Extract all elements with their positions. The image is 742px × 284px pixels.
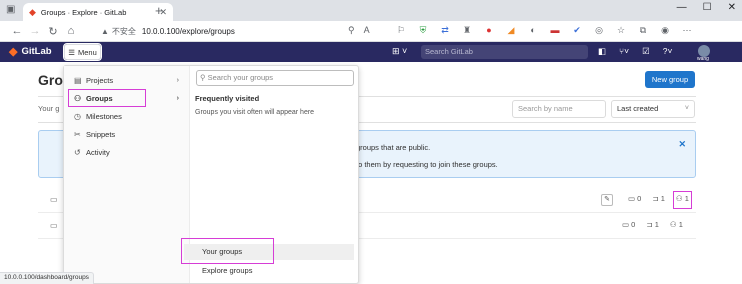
gitlab-logo[interactable]: ◆ GitLab [9,45,52,58]
group-stats: ▭ 0 ⊐ 1 ⚇ 1 [622,220,683,229]
menu-item-activity[interactable]: ↺ Activity [64,143,189,161]
menu-right-panel: ⚲ Search your groups Frequently visited … [181,66,358,283]
projects-count: ⊐ 1 [646,220,659,229]
search-page-icon[interactable]: ⚲ [348,25,355,36]
projects-icon: ▤ [74,75,82,85]
frequently-visited-empty: Groups you visit often will appear here [195,109,315,116]
highlight-box [181,238,274,264]
search-icon: ⚲ [200,73,206,82]
new-dropdown-icon[interactable]: ⊞ ˅ [392,46,407,57]
address-toolbar: ← → ↻ ⌂ ▲ 不安全 10.0.0.100/explore/groups … [0,21,742,42]
explore-groups-link[interactable]: Explore groups [202,266,252,275]
edit-icon[interactable]: ✎ [601,194,613,206]
chevron-right-icon: › [176,76,179,84]
gitlab-header: ◆ GitLab ☰ Menu ⊞ ˅ Search GitLab ◧ ⑂˅ ☑… [0,42,742,62]
extension-icon[interactable]: ♜ [461,25,473,36]
extension-icon[interactable]: ▬ [549,25,561,36]
url-text[interactable]: 10.0.0.100/explore/groups [142,27,235,36]
username: wang [697,56,709,62]
more-icon[interactable]: ⋯ [681,25,693,36]
menu-item-label: Snippets [86,129,116,139]
warning-icon[interactable]: ▲ [101,27,109,36]
collections-icon[interactable]: ⧉ [637,25,649,36]
issues-icon[interactable]: ◧ [598,46,606,57]
folder-icon: ▭ [50,221,58,230]
reload-icon[interactable]: ↻ [44,25,62,38]
members-count: ⚇ 1 [669,220,683,229]
extension-icon[interactable]: ◎ [593,25,605,36]
chevron-down-icon: ˅ [684,105,689,112]
extension-icon[interactable]: ⚐ [395,25,407,36]
tanuki-icon: ◆ [9,46,18,58]
projects-count: ⊐ 1 [652,194,665,203]
menu-item-milestones[interactable]: ◷ Milestones [64,107,189,125]
menu-item-snippets[interactable]: ✂ Snippets [64,125,189,143]
security-label[interactable]: 不安全 [112,26,136,37]
translate-extension-icon[interactable]: ⇄ [439,25,451,36]
menu-left-panel: ▤ Projects › ⚇ Groups › ◷ Milestones ✂ S… [64,66,190,283]
menu-item-label: Projects [86,75,114,85]
search-placeholder: Search your groups [207,73,274,82]
banner-text-2: to them by requesting to join these grou… [356,160,498,169]
address-bar-actions: ⚲ A [348,25,370,36]
merge-requests-icon[interactable]: ⑂˅ [619,46,629,57]
activity-icon: ↺ [74,147,81,157]
read-aloud-icon[interactable]: A [364,25,370,36]
forward-icon[interactable]: → [26,25,44,37]
search-your-groups-input[interactable]: ⚲ Search your groups [196,70,354,86]
subgroups-count: ▭ 0 [622,220,636,229]
favorites-icon[interactable]: ☆ [615,25,627,36]
header-actions: ◧ ⑂˅ ☑ ?˅ [598,46,672,57]
folder-icon: ▭ [50,195,58,204]
hamburger-icon: ☰ [68,47,75,57]
close-window-icon[interactable]: ✕ [728,2,736,13]
new-group-button[interactable]: New group [645,71,695,88]
status-url: 10.0.0.100/dashboard/groups [0,272,94,284]
group-stats: ✎ ▭ 0 ⊐ 1 ⚇ 1 [601,191,692,209]
extension-icon[interactable]: ✔ [571,25,583,36]
todos-icon[interactable]: ☑ [642,46,650,57]
address-bar[interactable]: ▲ 不安全 10.0.0.100/explore/groups [101,24,366,39]
browser-tab[interactable]: ◆ Groups · Explore · GitLab ✕ [23,3,173,21]
menu-label: Menu [77,47,97,57]
new-tab-button[interactable]: + [155,3,163,18]
browser-tab-bar: ▣ ◆ Groups · Explore · GitLab ✕ + — ☐ ✕ [0,0,742,21]
search-by-name-input[interactable]: Search by name [512,100,606,118]
extension-icon[interactable]: ◐ [527,25,539,36]
menu-dropdown: ▤ Projects › ⚇ Groups › ◷ Milestones ✂ S… [63,65,359,284]
search-input[interactable]: Search GitLab [421,45,588,59]
extension-icon[interactable]: ● [483,25,495,36]
extensions-area: ⚐ ⛨ ⇄ ♜ ● ◢ ◐ ▬ ✔ ◎ ☆ ⧉ ◉ ⋯ [395,25,693,36]
maximize-icon[interactable]: ☐ [703,2,712,13]
tab-your-groups[interactable]: Your g [38,104,59,113]
sort-value: Last created [617,104,659,113]
back-icon[interactable]: ← [8,25,26,37]
members-count[interactable]: ⚇ 1 [672,191,692,209]
shield-extension-icon[interactable]: ⛨ [417,25,429,36]
sort-dropdown[interactable]: Last created ˅ [611,100,695,118]
menu-item-projects[interactable]: ▤ Projects › [64,71,189,89]
banner-text-1: groups that are public. [356,143,431,152]
extension-icon[interactable]: ◢ [505,25,517,36]
frequently-visited-heading: Frequently visited [195,94,260,103]
menu-item-label: Activity [86,147,110,157]
tab-title: Groups · Explore · GitLab [40,7,127,17]
close-icon[interactable]: ✕ [678,139,686,150]
home-icon[interactable]: ⌂ [62,25,80,37]
window-controls: — ☐ ✕ [677,2,736,13]
milestones-icon: ◷ [74,111,81,121]
profile-icon[interactable]: ◉ [659,25,671,36]
subgroups-count: ▭ 0 [628,194,642,203]
minimize-icon[interactable]: — [677,2,687,13]
snippets-icon: ✂ [74,129,81,139]
menu-item-label: Milestones [86,111,122,121]
logo-text: GitLab [21,46,52,57]
help-icon[interactable]: ?˅ [663,46,673,57]
chevron-right-icon: › [176,94,179,102]
gitlab-favicon-icon: ◆ [29,6,36,17]
menu-button[interactable]: ☰ Menu [63,43,102,61]
tab-actions-icon[interactable]: ▣ [6,4,15,15]
highlight-box [68,89,146,107]
